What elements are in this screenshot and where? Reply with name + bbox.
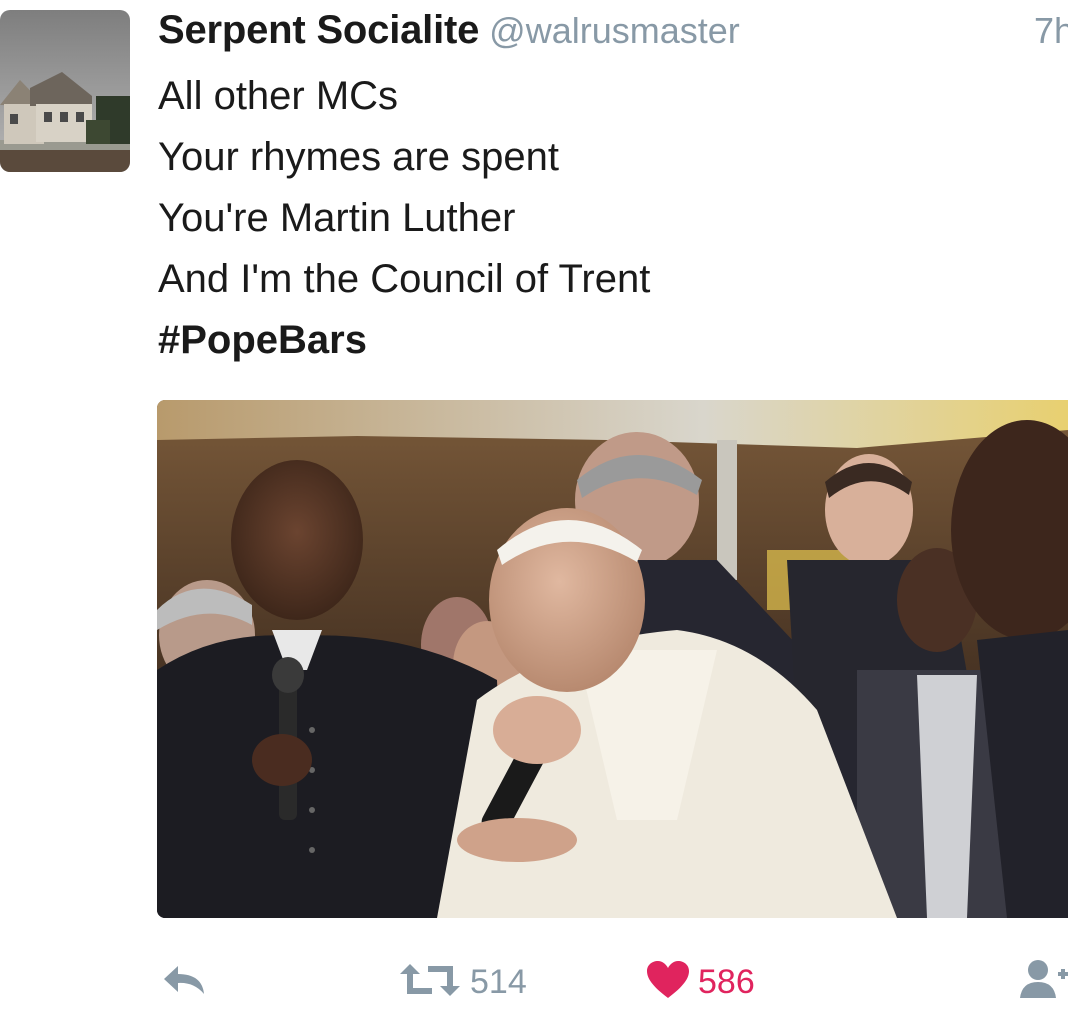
tweet-line: Your rhymes are spent	[158, 135, 559, 179]
follow-user-icon	[1018, 958, 1068, 1007]
tweet-line: All other MCs	[158, 74, 399, 118]
heart-icon	[646, 960, 690, 1005]
user-handle[interactable]: @walrusmaster	[489, 10, 740, 51]
reply-arrow-icon	[160, 960, 208, 1005]
display-name[interactable]: Serpent Socialite	[158, 8, 479, 52]
tweet-text: All other MCs Your rhymes are spent You'…	[158, 66, 1058, 371]
reply-button[interactable]	[160, 960, 208, 1004]
hashtag-link[interactable]: #PopeBars	[158, 310, 1058, 371]
retweet-button[interactable]: 514	[398, 960, 527, 1004]
like-count: 586	[698, 962, 755, 1001]
tweet-line: You're Martin Luther	[158, 196, 516, 240]
tweet-photo[interactable]	[157, 400, 1068, 918]
retweet-count: 514	[470, 962, 527, 1001]
retweet-icon	[398, 960, 462, 1005]
timestamp[interactable]: 7h	[1034, 10, 1068, 52]
like-button[interactable]: 586	[646, 960, 755, 1004]
tweet-line: And I'm the Council of Trent	[158, 257, 651, 301]
tweet-actions: 514 586	[0, 950, 1068, 1014]
avatar[interactable]	[0, 10, 130, 172]
tweet-card: Serpent Socialite @walrusmaster 7h All ot…	[0, 0, 1068, 1030]
tweet-header: Serpent Socialite @walrusmaster 7h	[158, 8, 1068, 58]
follow-button[interactable]	[1018, 958, 1068, 1007]
